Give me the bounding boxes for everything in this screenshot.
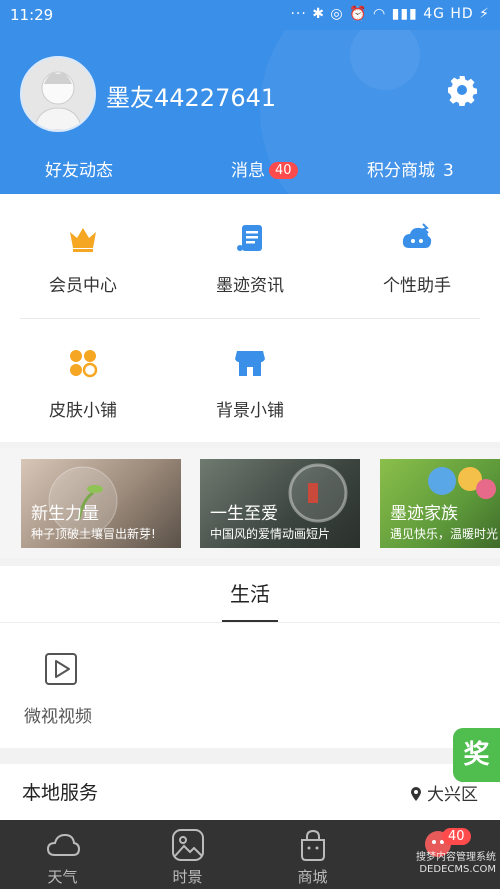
banner-card[interactable]: 墨迹家族 遇见快乐，温暖时光 [380,459,500,548]
cloud-icon [46,833,80,856]
tab-weather[interactable]: 天气 [0,820,125,889]
feature-grid: 会员中心 墨迹资讯 个性助手 皮肤小铺 背景小铺 [0,194,500,442]
video-play-icon [45,653,77,685]
location-pin-icon [411,787,421,801]
status-icons: ··· ✱ ◎ ⏰ ◠ ▮▮▮ 4G HD ⚡ [290,6,490,22]
banner-title: 新生力量 [31,504,99,524]
grid-item-label: 墨迹资讯 [216,276,284,296]
grid-item-label: 背景小铺 [216,401,284,421]
messages-link[interactable]: 消息 40 [231,156,298,181]
default-avatar-icon [33,71,83,130]
messages-badge: 40 [269,162,298,179]
tab-life[interactable]: 生活 [222,578,278,607]
banner-title: 墨迹家族 [390,504,458,524]
location-label: 大兴区 [427,785,478,805]
grid-item-membership[interactable]: 会员中心 [0,194,166,318]
tab-label: 商城 [297,868,328,886]
status-bar: 11:29 ··· ✱ ◎ ⏰ ◠ ▮▮▮ 4G HD ⚡ [0,0,500,30]
gear-icon[interactable] [446,74,478,106]
grid-item-label: 会员中心 [49,276,117,296]
username[interactable]: 墨友44227641 [106,78,276,113]
assistant-icon [402,223,432,248]
location-selector[interactable]: 大兴区 [411,780,478,805]
tab-time-scene[interactable]: 时景 [125,820,250,889]
avatar[interactable] [20,56,96,132]
messages-label: 消息 [231,161,265,181]
friends-activity-link[interactable]: 好友动态 [45,156,113,181]
life-item-label: 微视视频 [24,707,92,727]
banner-title: 一生至爱 [210,504,278,524]
banner-subtitle: 中国风的爱情动画短片 [210,527,331,541]
picture-icon [172,829,204,861]
section-divider [0,622,500,623]
points-mall-link[interactable]: 积分商城 3 [367,156,454,181]
status-time: 11:29 [10,6,54,24]
store-icon [235,351,265,376]
watermark-line1: 搜梦内容管理系统 [416,852,496,863]
news-icon [237,225,262,251]
grid-item-assistant[interactable]: 个性助手 [334,194,500,318]
banner-subtitle: 种子顶破土壤冒出新芽! [31,527,156,541]
banner-card[interactable]: 一生至爱 中国风的爱情动画短片 [200,459,360,548]
watermark-line2: DEDECMS.COM [419,864,496,875]
banner-carousel: 新生力量 种子顶破土壤冒出新芽! 一生至爱 中国风的爱情动画短片 墨迹家族 遇见… [0,448,500,558]
points-count: 3 [443,161,454,181]
grid-item-background-shop[interactable]: 背景小铺 [167,319,333,443]
grid-item-label: 个性助手 [383,276,451,296]
reward-float-button[interactable]: 奖 [453,728,500,782]
crown-icon [70,228,96,252]
shopping-bag-icon [301,829,325,861]
grid-item-news[interactable]: 墨迹资讯 [167,194,333,318]
grid-item-skin-shop[interactable]: 皮肤小铺 [0,319,166,443]
local-service-title: 本地服务 [22,782,99,804]
life-section: 生活 微视视频 [0,566,500,748]
profile-header: 墨友44227641 好友动态 消息 40 积分商城 3 [0,30,500,194]
points-mall-label: 积分商城 [367,161,435,181]
banner-card[interactable]: 新生力量 种子顶破土壤冒出新芽! [21,459,181,548]
watermark: 搜梦内容管理系统 DEDECMS.COM [380,852,500,889]
grid-item-label: 皮肤小铺 [49,401,117,421]
tab-label: 天气 [47,868,78,886]
skin-shop-icon [70,350,98,378]
tab-mall[interactable]: 商城 [250,820,375,889]
header-links: 好友动态 消息 40 积分商城 3 [0,152,500,182]
banner-subtitle: 遇见快乐，温暖时光 [390,527,499,541]
tab-label: 时景 [172,868,203,886]
local-service-bar: 本地服务 大兴区 [0,764,500,820]
tab-profile-badge: 40 [442,828,471,845]
